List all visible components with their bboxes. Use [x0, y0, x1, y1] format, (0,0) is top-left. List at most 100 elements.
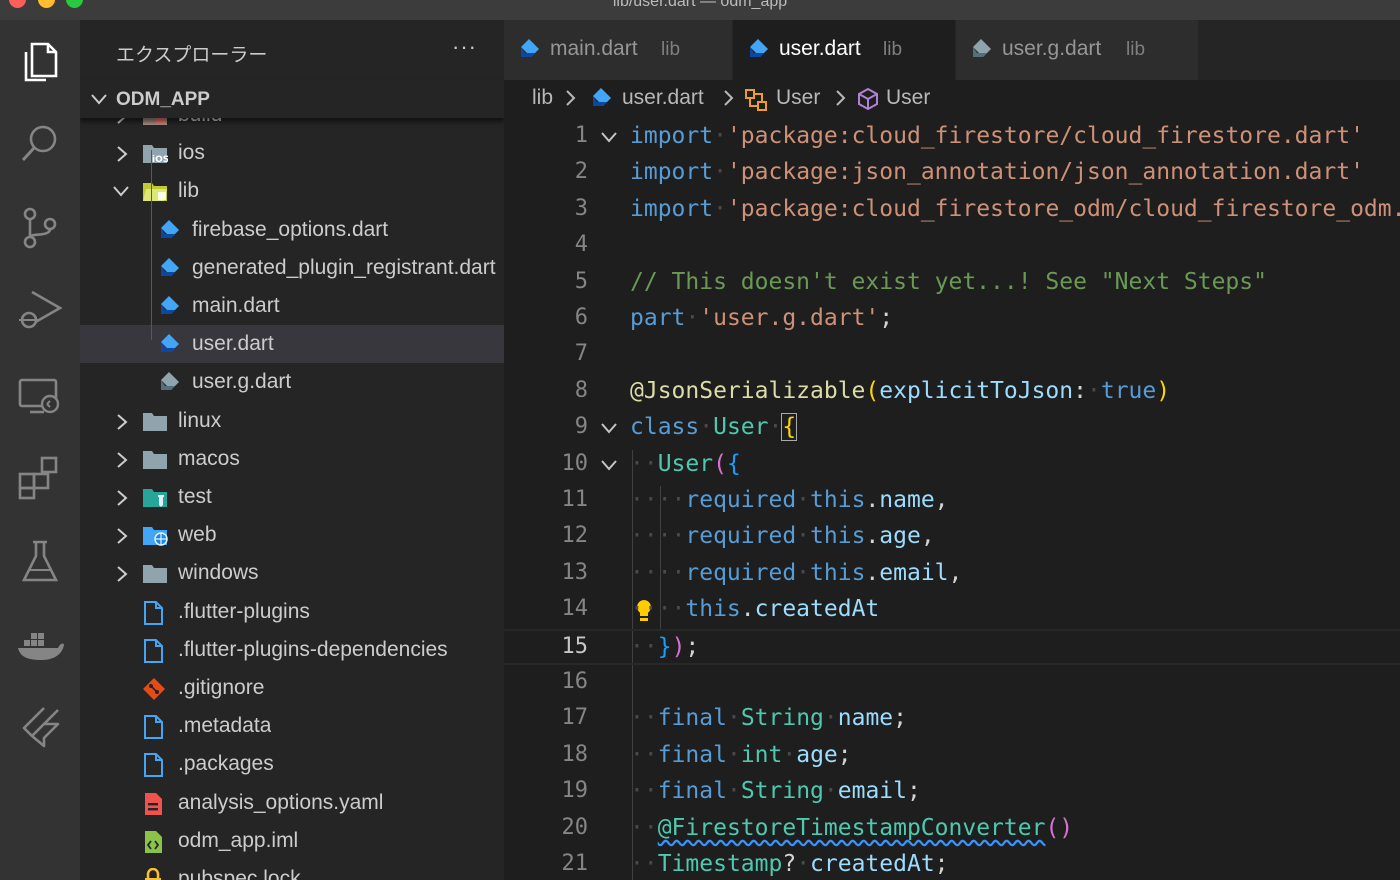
code-text: // This doesn't exist yet...! See "Next …: [630, 269, 1267, 295]
tree-file-item[interactable]: main.dart: [80, 287, 504, 325]
tree-folder-item[interactable]: macos: [80, 440, 504, 478]
folder-lib-open-icon: [142, 180, 167, 204]
breadcrumb-folder[interactable]: lib: [532, 86, 553, 110]
docker-icon[interactable]: [16, 622, 64, 670]
fold-chevron-icon[interactable]: [600, 421, 618, 440]
code-text: ····this.createdAt: [630, 596, 880, 622]
testing-icon[interactable]: [16, 538, 64, 586]
tree-file-item[interactable]: pubspec.lock: [80, 860, 504, 880]
code-line[interactable]: 16: [504, 666, 1400, 702]
tree-folder-item[interactable]: build: [80, 118, 504, 134]
line-number: 6: [574, 305, 588, 330]
files-icon[interactable]: [16, 38, 64, 86]
code-line[interactable]: 21 ··Timestamp?·createdAt;: [504, 848, 1400, 880]
chevron-right-icon: [834, 88, 848, 114]
tree-folder-item[interactable]: linux: [80, 402, 504, 440]
tree-file-item[interactable]: generated_plugin_registrant.dart: [80, 249, 504, 287]
tree-file-item[interactable]: user.dart: [80, 325, 504, 364]
code-line[interactable]: 9 class·User·{: [504, 411, 1400, 447]
line-number: 17: [561, 705, 589, 730]
tab-description: lib: [1126, 39, 1146, 60]
dart-generated-file-icon: [156, 371, 180, 395]
code-line[interactable]: 19 ··final·String·email;: [504, 775, 1400, 811]
chevron-right-icon: [114, 527, 130, 550]
code-line[interactable]: 13 ····required·this.email,: [504, 557, 1400, 593]
code-line[interactable]: 14 ····this.createdAt: [504, 593, 1400, 629]
code-line[interactable]: 2 import·'package:json_annotation/json_an…: [504, 156, 1400, 192]
line-number: 5: [574, 269, 588, 294]
code-line[interactable]: 4: [504, 229, 1400, 265]
code-line[interactable]: 3 import·'package:cloud_firestore_odm/clo…: [504, 193, 1400, 229]
code-line[interactable]: 12 ····required·this.age,: [504, 520, 1400, 556]
breadcrumb: lib user.dart User User: [504, 80, 1400, 120]
flutter-icon[interactable]: [16, 704, 64, 752]
workspace-section-header[interactable]: ODM_APP: [80, 80, 504, 118]
more-actions-button[interactable]: ···: [452, 34, 477, 60]
explorer-sidebar: エクスプローラー ··· ODM_APP build iOS ios lib fireb…: [80, 20, 504, 880]
tree-item-label: pubspec.lock: [178, 867, 301, 880]
code-line[interactable]: 20 ··@FirestoreTimestampConverter(): [504, 812, 1400, 848]
tree-file-item[interactable]: odm_app.iml: [80, 822, 504, 860]
editor-tabs: main.dart lib user.dart lib user.g.dart lib: [504, 20, 1400, 80]
run-debug-icon[interactable]: [16, 286, 64, 334]
extensions-icon[interactable]: [16, 454, 64, 502]
tree-file-item[interactable]: .flutter-plugins: [80, 593, 504, 631]
dart-file-icon: [156, 219, 180, 243]
chevron-right-icon: [114, 145, 130, 168]
chevron-right-icon: [114, 413, 130, 436]
dart-file-icon: [588, 87, 612, 117]
code-line[interactable]: 6 part·'user.g.dart';: [504, 302, 1400, 338]
code-text: ··final·String·email;: [630, 778, 921, 804]
line-number: 2: [574, 159, 588, 184]
tree-file-item[interactable]: .metadata: [80, 707, 504, 745]
tree-item-label: macos: [178, 446, 240, 470]
tree-file-item[interactable]: .gitignore: [80, 669, 504, 707]
search-icon[interactable]: [16, 120, 64, 168]
tree-item-label: .flutter-plugins: [178, 599, 310, 623]
window-title: lib/user.dart — odm_app: [612, 0, 788, 10]
tree-item-label: user.g.dart: [192, 370, 292, 394]
tree-file-item[interactable]: .flutter-plugins-dependencies: [80, 631, 504, 669]
code-text: part·'user.g.dart';: [630, 305, 894, 331]
folder-build-icon: [142, 118, 167, 128]
code-line[interactable]: 17 ··final·String·name;: [504, 702, 1400, 738]
tree-folder-item[interactable]: lib: [80, 172, 504, 210]
fold-chevron-icon[interactable]: [600, 130, 618, 149]
tree-folder-item[interactable]: web: [80, 516, 504, 554]
code-line[interactable]: 5 // This doesn't exist yet...! See "Next…: [504, 266, 1400, 302]
fold-chevron-icon[interactable]: [600, 458, 618, 477]
tree-file-item[interactable]: firebase_options.dart: [80, 211, 504, 249]
indent-guide: [151, 150, 152, 340]
folder-web-icon: [142, 524, 168, 548]
tree-file-item[interactable]: user.g.dart: [80, 363, 504, 401]
code-line[interactable]: 1 import·'package:cloud_firestore/cloud_f…: [504, 120, 1400, 156]
folder-icon: [142, 448, 167, 472]
tree-folder-item[interactable]: windows: [80, 554, 504, 592]
code-text: class·User·{: [630, 413, 798, 441]
workspace-name: ODM_APP: [116, 89, 210, 110]
explorer-title: エクスプローラー: [116, 45, 268, 66]
tree-item-label: linux: [178, 408, 222, 432]
tree-file-item[interactable]: .packages: [80, 745, 504, 783]
code-line[interactable]: 7: [504, 338, 1400, 374]
remote-explorer-icon[interactable]: [16, 372, 64, 420]
tree-folder-item[interactable]: test: [80, 478, 504, 516]
tree-file-item[interactable]: analysis_options.yaml: [80, 784, 504, 822]
breadcrumb-constructor[interactable]: User: [886, 86, 930, 110]
chevron-right-icon: [114, 451, 130, 474]
tab-user-dart[interactable]: user.dart lib: [733, 20, 956, 80]
line-number: 21: [561, 851, 589, 876]
tab-user-g-dart[interactable]: user.g.dart lib: [956, 20, 1199, 80]
tree-folder-item[interactable]: iOS ios: [80, 134, 504, 172]
breadcrumb-class[interactable]: User: [776, 86, 820, 110]
breadcrumb-file[interactable]: user.dart: [622, 86, 704, 110]
code-editor[interactable]: 1 import·'package:cloud_firestore/cloud_f…: [504, 120, 1400, 880]
code-line[interactable]: 11 ····required·this.name,: [504, 484, 1400, 520]
tab-description: lib: [661, 39, 681, 60]
code-line[interactable]: 18 ··final·int·age;: [504, 739, 1400, 775]
tab-main-dart[interactable]: main.dart lib: [504, 20, 733, 80]
code-line[interactable]: 8 @JsonSerializable(explicitToJson:·true): [504, 375, 1400, 411]
current-code-line[interactable]: 15 ··});: [504, 629, 1400, 665]
code-line[interactable]: 10 ··User({: [504, 448, 1400, 484]
source-control-icon[interactable]: [16, 204, 64, 252]
